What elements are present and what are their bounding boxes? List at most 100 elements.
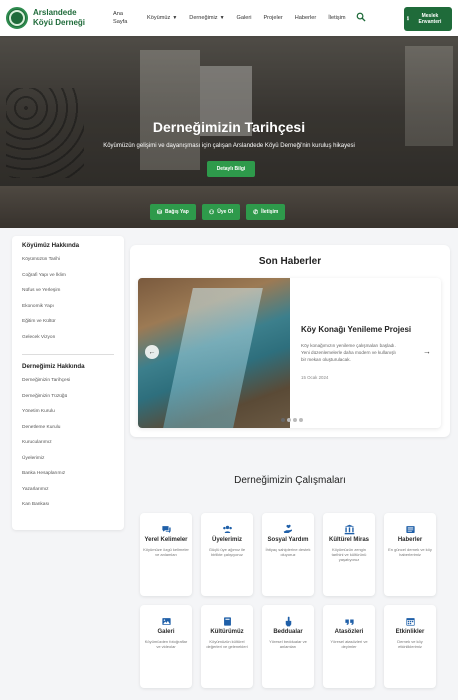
nav-item-haberler[interactable]: Haberler bbox=[289, 14, 322, 22]
member-inventory-button[interactable]: ℹ Meslek Envanteri bbox=[404, 7, 452, 31]
brand-logo-icon bbox=[6, 7, 28, 29]
work-card-title: Sosyal Yardım bbox=[267, 537, 309, 543]
work-card-desc: Köyümüzün kültürel değerleri ve gelenekl… bbox=[206, 639, 248, 649]
sidebar-item[interactable]: Yazarlarımız bbox=[22, 487, 114, 503]
brand-logo-link[interactable]: Arslandede Köyü Derneği bbox=[6, 7, 97, 29]
work-card-desc: Köyümüzün zengin tarihini ve kültürünü y… bbox=[331, 547, 367, 562]
sidebar-item[interactable]: Yönetim Kurulu bbox=[22, 409, 114, 425]
work-card-desc: Güçlü üye ağımız ile birlikte çalışıyoru… bbox=[208, 547, 246, 557]
news-image bbox=[138, 278, 290, 428]
nav-label: Derneğimiz bbox=[189, 15, 218, 21]
chevron-down-icon: ▼ bbox=[219, 15, 225, 21]
nav-item-dernegimiz[interactable]: Derneğimiz ▼ bbox=[183, 14, 230, 22]
carousel-dot[interactable] bbox=[281, 418, 285, 422]
sidebar-item[interactable]: Banka Hesaplarımız bbox=[22, 471, 114, 487]
nav-label: Galeri bbox=[236, 15, 252, 21]
work-card-title: Haberler bbox=[397, 537, 423, 543]
work-card-title: Etkinlikler bbox=[395, 629, 425, 635]
sidebar-item[interactable]: Üyelerimiz bbox=[22, 456, 114, 472]
works-title: Derneğimizin Çalışmaları bbox=[234, 475, 346, 486]
sidebar-item[interactable]: Eğitim ve Kültür bbox=[22, 319, 114, 335]
sidebar-item[interactable]: Derneğimizin Tarihçesi bbox=[22, 378, 114, 394]
sidebar-item[interactable]: Denetleme Kurulu bbox=[22, 425, 114, 441]
carousel-dot[interactable] bbox=[287, 418, 291, 422]
contact-button[interactable]: ✆ İletişim bbox=[246, 204, 286, 220]
newspaper-icon bbox=[387, 523, 433, 535]
work-card-local-words[interactable]: Yerel Kelimeler Köyümüze özgü kelimeler … bbox=[140, 513, 192, 596]
work-card-title: Atasözleri bbox=[334, 629, 364, 635]
sidebar-item[interactable]: Kan Bankası bbox=[22, 502, 114, 518]
quick-label: Bağış Yap bbox=[165, 209, 189, 215]
news-title: Son Haberler bbox=[258, 256, 322, 267]
news-headline[interactable]: Köy Konağı Yenileme Projesi bbox=[301, 325, 431, 334]
nav-item-koyumuz[interactable]: Köyümüz ▼ bbox=[141, 14, 183, 22]
quick-label: Üye Ol bbox=[217, 209, 234, 215]
news-section: Son Haberler ← Köy Konağı Yenileme Proje… bbox=[130, 245, 450, 437]
news-excerpt: Köy konağımızın yenileme çalışmaları baş… bbox=[301, 342, 421, 363]
hand-point-icon bbox=[265, 615, 311, 627]
work-card-title: Kültürel Miras bbox=[328, 537, 369, 543]
carousel-next-button[interactable]: → bbox=[421, 345, 433, 357]
news-slide[interactable]: ← Köy Konağı Yenileme Projesi Köy konağı… bbox=[138, 278, 441, 428]
sidebar-item[interactable]: Gelecek Vizyon bbox=[22, 335, 114, 351]
nav-item-galeri[interactable]: Galeri bbox=[231, 14, 258, 22]
work-card-social-aid[interactable]: Sosyal Yardım İhtiyaç sahiplerine destek… bbox=[262, 513, 314, 596]
site-header: Arslandede Köyü Derneği Ana Sayfa Köyümü… bbox=[0, 0, 458, 36]
work-card-title: Üyelerimiz bbox=[211, 537, 242, 543]
landmark-icon bbox=[326, 523, 372, 535]
chevron-down-icon: ▼ bbox=[172, 15, 178, 21]
work-card-events[interactable]: Etkinlikler Dernek ve köy etkinliklerimi… bbox=[384, 605, 436, 688]
work-card-news[interactable]: Haberler En güncel dernek ve köy haberle… bbox=[384, 513, 436, 596]
sidebar-heading-village: Köyümüz Hakkında bbox=[22, 242, 80, 249]
sidebar-item[interactable]: Derneğimizin Tüzüğü bbox=[22, 394, 114, 410]
carousel-dot[interactable] bbox=[293, 418, 297, 422]
works-grid: Yerel Kelimeler Köyümüze özgü kelimeler … bbox=[140, 513, 436, 688]
sidebar-item[interactable]: Köyümüzün Tarihi bbox=[22, 257, 114, 273]
work-card-title: Beddualar bbox=[273, 629, 303, 635]
work-card-desc: En güncel dernek ve köy haberlerimiz bbox=[388, 547, 432, 557]
phone-icon: ✆ bbox=[253, 209, 259, 216]
nav-item-projeler[interactable]: Projeler bbox=[257, 14, 288, 22]
carousel-dot[interactable] bbox=[299, 418, 303, 422]
image-icon bbox=[143, 615, 189, 627]
search-icon[interactable] bbox=[356, 12, 368, 24]
hero-details-button[interactable]: Detaylı Bilgi bbox=[207, 161, 255, 177]
news-excerpt-line: Köy konağımızın yenileme çalışmaları baş… bbox=[301, 343, 396, 348]
work-card-desc: İhtiyaç sahiplerine destek oluyoruz bbox=[265, 547, 311, 557]
hero-quick-actions: ⛁ Bağış Yap ⚇ Üye Ol ✆ İletişim bbox=[150, 204, 286, 220]
hero-subtitle: Köyümüzün gelişimi ve dayanışması için ç… bbox=[103, 143, 355, 149]
nav-item-ana-sayfa[interactable]: Ana Sayfa bbox=[107, 10, 141, 26]
donate-icon: ⛁ bbox=[157, 209, 163, 216]
sidebar-item[interactable]: Kurucularımız bbox=[22, 440, 114, 456]
work-card-members[interactable]: Üyelerimiz Güçlü üye ağımız ile birlikte… bbox=[201, 513, 253, 596]
member-button-label: Meslek Envanteri bbox=[418, 13, 442, 25]
carousel-prev-button[interactable]: ← bbox=[145, 345, 159, 359]
work-card-title: Kültürümüz bbox=[210, 629, 244, 635]
work-card-desc: Köyümüzden fotoğraflar ve videolar bbox=[144, 639, 188, 649]
news-image-river bbox=[163, 288, 263, 428]
nav-item-iletisim[interactable]: İletişim bbox=[322, 14, 351, 22]
work-card-heritage[interactable]: Kültürel Miras Köyümüzün zengin tarihini… bbox=[323, 513, 375, 596]
sidebar-item[interactable]: Nüfus ve Yerleşim bbox=[22, 288, 114, 304]
arrow-left-icon: ← bbox=[148, 348, 156, 356]
work-card-desc: Dernek ve köy etkinliklerimiz bbox=[397, 639, 423, 649]
donate-button[interactable]: ⛁ Bağış Yap bbox=[150, 204, 196, 220]
sidebar-divider bbox=[22, 354, 114, 355]
work-card-desc: Yöresel atasözleri ve deyimler bbox=[330, 639, 368, 649]
sidebar-item[interactable]: Coğrafi Yapı ve İklim bbox=[22, 273, 114, 289]
hero-banner: Derneğimizin Tarihçesi Köyümüzün gelişim… bbox=[0, 36, 458, 228]
work-card-title: Yerel Kelimeler bbox=[144, 537, 188, 543]
work-card-curses[interactable]: Beddualar Yöresel beddualar ve anlamları bbox=[262, 605, 314, 688]
join-button[interactable]: ⚇ Üye Ol bbox=[201, 204, 241, 220]
nav-label: Projeler bbox=[263, 15, 283, 21]
brand-name: Arslandede Köyü Derneği bbox=[33, 8, 86, 27]
work-card-desc: Yöresel beddualar ve anlamları bbox=[269, 639, 307, 649]
news-excerpt-line: bir mekan oluşturulacak. bbox=[301, 357, 351, 362]
work-card-gallery[interactable]: Galeri Köyümüzden fotoğraflar ve videola… bbox=[140, 605, 192, 688]
sidebar-heading-association: Derneğimiz Hakkında bbox=[22, 363, 85, 370]
nav-label: Köyümüz bbox=[147, 15, 171, 21]
carousel-dots bbox=[281, 418, 303, 422]
work-card-proverbs[interactable]: Atasözleri Yöresel atasözleri ve deyimle… bbox=[323, 605, 375, 688]
sidebar-item[interactable]: Ekonomik Yapı bbox=[22, 304, 114, 320]
work-card-culture[interactable]: Kültürümüz Köyümüzün kültürel değerleri … bbox=[201, 605, 253, 688]
